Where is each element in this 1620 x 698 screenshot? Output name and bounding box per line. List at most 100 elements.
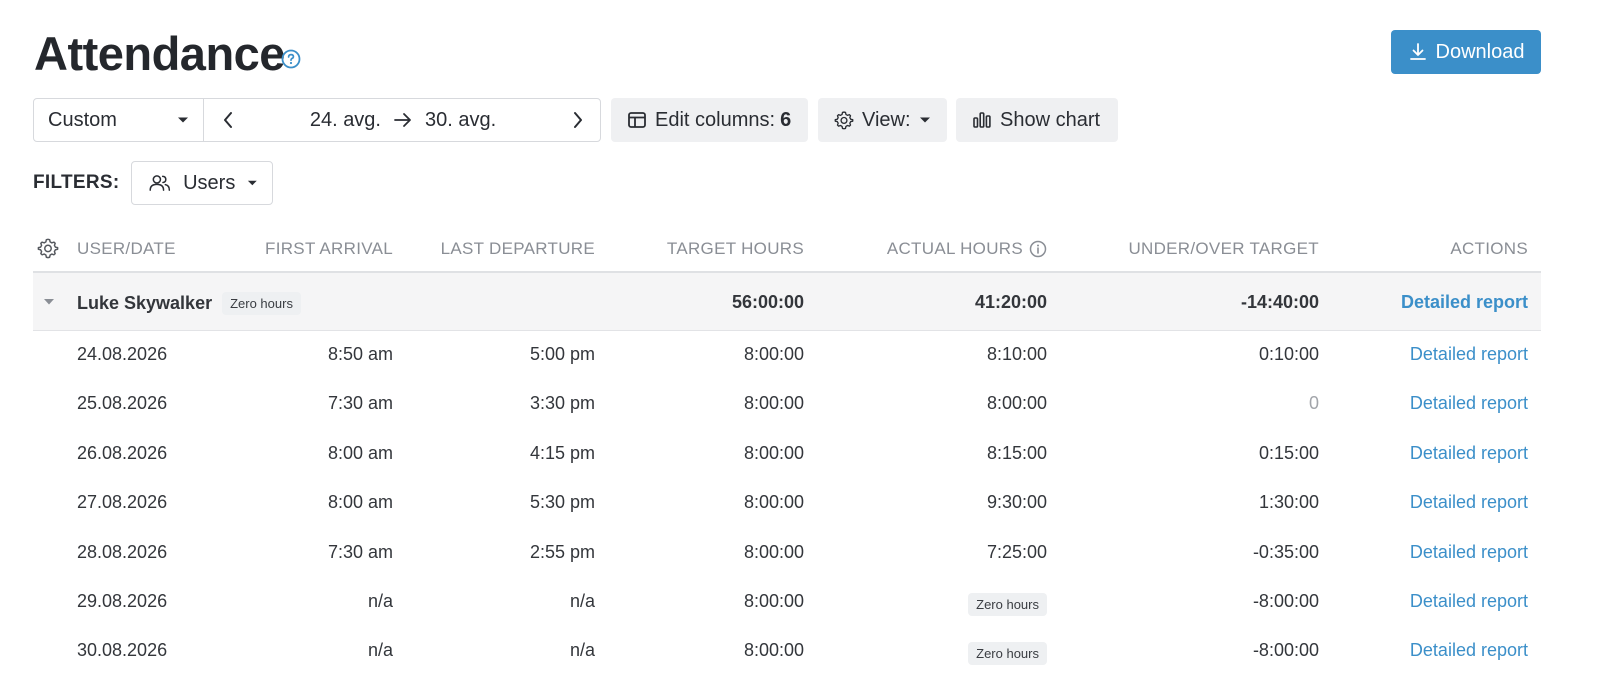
show-chart-label: Show chart — [1000, 108, 1101, 131]
row-date: 29.08.2026 — [77, 590, 168, 611]
info-icon[interactable] — [1029, 240, 1047, 258]
columns-icon — [628, 112, 646, 128]
range-end: 30. avg. — [425, 108, 497, 131]
row-under-over: 0 — [1308, 393, 1319, 414]
zero-hours-badge: Zero hours — [968, 592, 1047, 616]
row-first-arrival: 7:30 am — [327, 541, 393, 562]
column-header-actual-hours-wrap: ACTUAL HOURS — [887, 239, 1047, 259]
group-actual-hours: 41:20:00 — [974, 292, 1047, 312]
table-header: USER/DATE FIRST ARRIVAL LAST DEPARTURE T… — [33, 225, 1541, 273]
column-header-user-date[interactable]: USER/DATE — [77, 239, 176, 259]
detailed-report-link[interactable]: Detailed report — [1410, 443, 1528, 464]
row-last-departure: 5:00 pm — [529, 344, 595, 364]
row-last-departure: 5:30 pm — [529, 492, 595, 513]
row-actual-hours: 9:30:00 — [986, 492, 1047, 513]
row-under-over: 1:30:00 — [1258, 492, 1319, 513]
row-first-arrival: 8:00 am — [327, 492, 393, 513]
group-under-over: -14:40:00 — [1240, 292, 1319, 312]
row-last-departure: 3:30 pm — [529, 393, 595, 414]
row-actual-hours: 8:15:00 — [986, 442, 1047, 463]
row-date: 25.08.2026 — [77, 393, 168, 414]
chevron-right-icon[interactable] — [572, 111, 584, 129]
detailed-report-link[interactable]: Detailed report — [1410, 393, 1528, 414]
row-first-arrival: 8:50 am — [327, 344, 393, 364]
period-picker: Custom 24. avg. 30. avg. — [33, 98, 601, 142]
row-target-hours: 8:00:00 — [743, 590, 804, 611]
row-under-over: 0:10:00 — [1258, 344, 1319, 364]
day-rows: 24.08.2026 8:50 am 5:00 pm 8:00:00 8:10:… — [33, 331, 1541, 677]
edit-columns-count: 6 — [780, 108, 792, 131]
gear-icon — [834, 111, 854, 130]
caret-down-icon — [248, 180, 258, 186]
detailed-report-link[interactable]: Detailed report — [1410, 591, 1528, 612]
expand-caret-icon[interactable] — [43, 298, 55, 306]
edit-columns-label: Edit columns: — [655, 108, 776, 131]
attendance-table: USER/DATE FIRST ARRIVAL LAST DEPARTURE T… — [33, 225, 1541, 677]
user-name: Luke Skywalker — [77, 293, 213, 313]
caret-down-icon — [919, 117, 930, 123]
row-target-hours: 8:00:00 — [743, 640, 804, 661]
row-date: 28.08.2026 — [77, 541, 168, 562]
detailed-report-link[interactable]: Detailed report — [1410, 492, 1528, 513]
date-range-display[interactable]: 24. avg. 30. avg. — [310, 109, 496, 132]
row-last-departure: 4:15 pm — [529, 442, 595, 463]
row-actual-hours: 8:10:00 — [986, 344, 1047, 364]
users-filter-button[interactable]: Users — [131, 161, 273, 205]
row-date: 27.08.2026 — [77, 492, 168, 513]
detailed-report-link[interactable]: Detailed report — [1410, 344, 1528, 365]
column-header-first-arrival[interactable]: FIRST ARRIVAL — [265, 239, 393, 259]
row-first-arrival: 8:00 am — [327, 442, 393, 463]
row-date: 26.08.2026 — [77, 442, 168, 463]
range-start: 24. avg. — [309, 108, 381, 131]
table-row: 29.08.2026 n/a n/a 8:00:00 Zero hours -8… — [33, 578, 1541, 627]
filters-label: FILTERS: — [33, 172, 120, 193]
column-header-actual-hours[interactable]: ACTUAL HOURS — [887, 239, 1023, 259]
column-header-last-departure[interactable]: LAST DEPARTURE — [441, 239, 595, 259]
row-date: 30.08.2026 — [77, 640, 168, 661]
edit-columns-button[interactable]: Edit columns: 6 — [611, 98, 808, 142]
date-range: 24. avg. 30. avg. — [204, 99, 600, 141]
download-button[interactable]: Download — [1391, 30, 1541, 74]
column-header-target-hours[interactable]: TARGET HOURS — [667, 239, 804, 259]
row-target-hours: 8:00:00 — [743, 344, 804, 364]
column-header-under-over-target[interactable]: UNDER/OVER TARGET — [1128, 239, 1319, 259]
row-target-hours: 8:00:00 — [743, 442, 804, 463]
row-actual-hours: 8:00:00 — [986, 393, 1047, 414]
row-under-over: -0:35:00 — [1252, 541, 1319, 562]
detailed-report-link[interactable]: Detailed report — [1410, 542, 1528, 563]
column-header-actions: ACTIONS — [1450, 239, 1528, 258]
row-last-departure: n/a — [569, 640, 595, 661]
detailed-report-link[interactable]: Detailed report — [1401, 292, 1528, 313]
table-row: 28.08.2026 7:30 am 2:55 pm 8:00:00 7:25:… — [33, 529, 1541, 578]
view-button[interactable]: View: — [818, 98, 947, 142]
row-under-over: -8:00:00 — [1252, 590, 1319, 611]
table-row: 26.08.2026 8:00 am 4:15 pm 8:00:00 8:15:… — [33, 430, 1541, 479]
users-icon — [149, 175, 171, 191]
row-target-hours: 8:00:00 — [743, 393, 804, 414]
row-under-over: 0:15:00 — [1258, 442, 1319, 463]
detailed-report-link[interactable]: Detailed report — [1410, 640, 1528, 661]
period-select[interactable]: Custom — [34, 99, 204, 141]
gear-icon[interactable] — [37, 237, 59, 259]
table-row: 24.08.2026 8:50 am 5:00 pm 8:00:00 8:10:… — [33, 331, 1541, 380]
bar-chart-icon — [973, 112, 991, 128]
row-last-departure: n/a — [569, 590, 595, 611]
group-target-hours: 56:00:00 — [731, 292, 804, 312]
user-group-row: Luke Skywalker Zero hours 56:00:00 41:20… — [33, 273, 1541, 331]
row-date: 24.08.2026 — [77, 344, 168, 364]
page-title: Attendance — [34, 27, 285, 80]
show-chart-button[interactable]: Show chart — [956, 98, 1118, 142]
download-label: Download — [1435, 40, 1525, 63]
help-icon[interactable] — [281, 49, 301, 69]
chevron-left-icon[interactable] — [222, 111, 234, 129]
row-first-arrival: 7:30 am — [327, 393, 393, 414]
row-actual-hours: 7:25:00 — [986, 541, 1047, 562]
row-last-departure: 2:55 pm — [529, 541, 595, 562]
zero-hours-badge: Zero hours — [968, 642, 1047, 666]
table-row: 27.08.2026 8:00 am 5:30 pm 8:00:00 9:30:… — [33, 479, 1541, 528]
row-first-arrival: n/a — [367, 590, 393, 611]
table-row: 30.08.2026 n/a n/a 8:00:00 Zero hours -8… — [33, 627, 1541, 676]
row-under-over: -8:00:00 — [1252, 640, 1319, 661]
caret-down-icon — [178, 117, 188, 123]
zero-hours-badge: Zero hours — [222, 292, 301, 315]
